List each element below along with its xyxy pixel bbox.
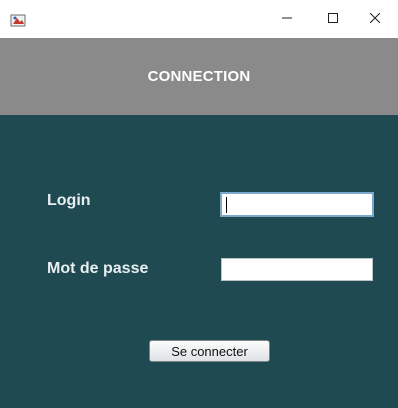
page-title: CONNECTION [147,68,251,85]
header-band: CONNECTION [0,38,398,115]
login-panel: Login Mot de passe Se connecter [0,115,398,408]
title-bar [0,0,398,38]
java-app-icon [10,12,26,28]
minimize-button[interactable] [264,0,310,38]
maximize-icon [328,10,338,28]
login-input[interactable] [220,192,374,217]
password-input[interactable] [221,258,373,281]
close-icon [369,10,381,28]
text-caret [226,197,227,213]
password-label: Mot de passe [47,260,149,277]
connect-button[interactable]: Se connecter [149,340,270,362]
login-label: Login [47,192,91,209]
login-window: CONNECTION Login Mot de passe Se connect… [0,0,398,408]
close-button[interactable] [352,0,398,38]
minimize-icon [282,10,292,28]
maximize-button[interactable] [310,0,356,38]
